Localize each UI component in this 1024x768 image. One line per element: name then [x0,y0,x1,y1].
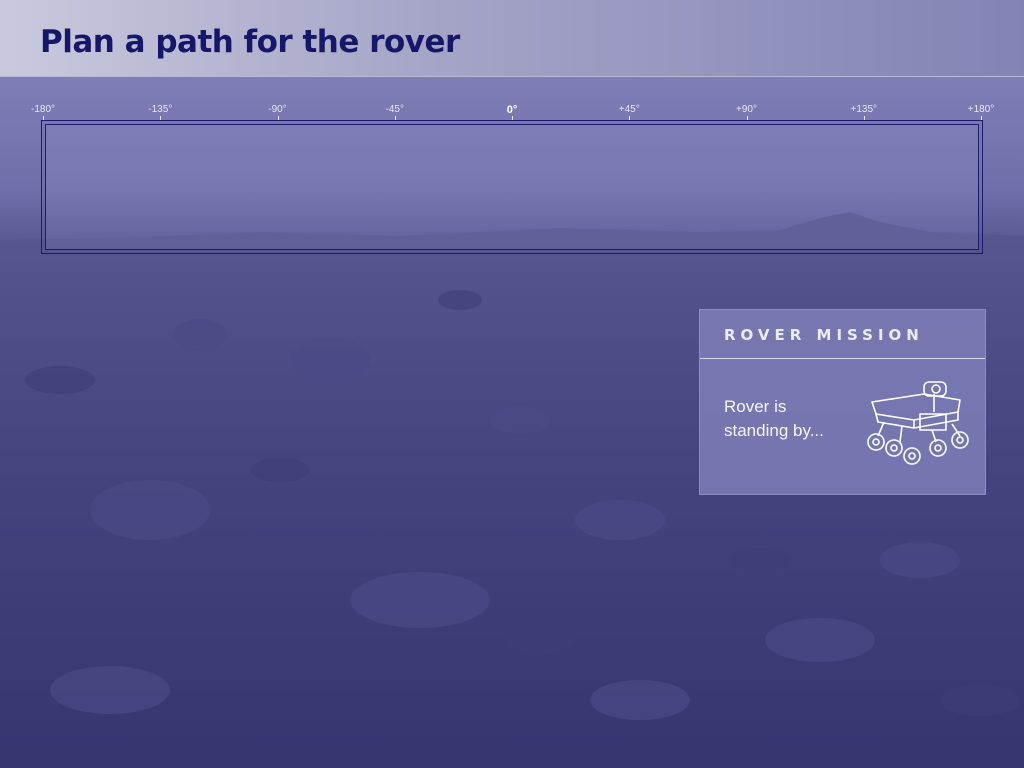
page-title: Plan a path for the rover [40,24,460,60]
tick-label: 0° [506,104,518,116]
panorama-strip[interactable] [45,124,979,250]
tick-label: -135° [148,104,173,115]
rover-status-text: Rover is standing by... [724,397,824,440]
header-bar: Plan a path for the rover [0,0,1024,77]
tick-label: -45° [385,104,404,115]
tick-label: +180° [967,104,995,115]
panel-divider [700,358,985,359]
panorama-frame[interactable] [41,120,983,254]
tick-label: -180° [30,104,56,115]
panel-title: ROVER MISSION [724,326,924,344]
tick-label: -90° [268,104,287,115]
tick-label: +90° [736,104,757,115]
rover-mission-panel: ROVER MISSION Rover is standing by... [699,309,986,495]
rover-icon [867,381,969,465]
tick-label: +135° [850,104,878,115]
tick-label: +45° [618,104,640,115]
